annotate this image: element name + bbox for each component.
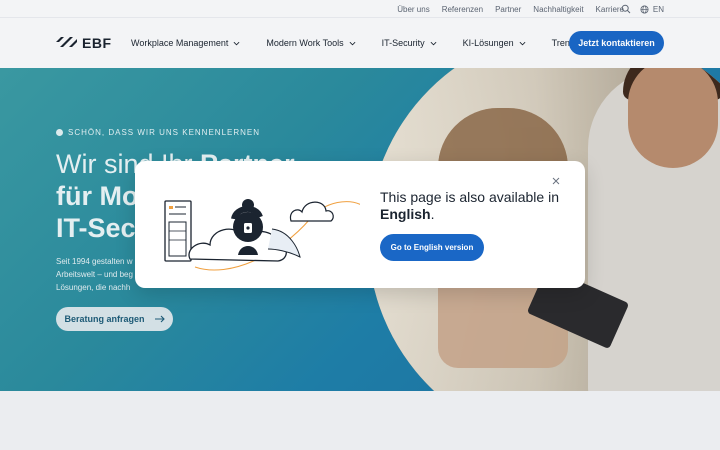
illustration: [164, 199, 360, 271]
go-to-english-button[interactable]: Go to English version: [380, 234, 484, 261]
modal-message-prefix: This page is also available in: [380, 189, 559, 205]
modal-message: This page is also available in English.: [380, 189, 560, 223]
close-icon[interactable]: [550, 175, 562, 187]
language-modal: This page is also available in English. …: [135, 161, 585, 288]
modal-message-bold: English: [380, 206, 431, 222]
modal-message-suffix: .: [430, 206, 435, 222]
